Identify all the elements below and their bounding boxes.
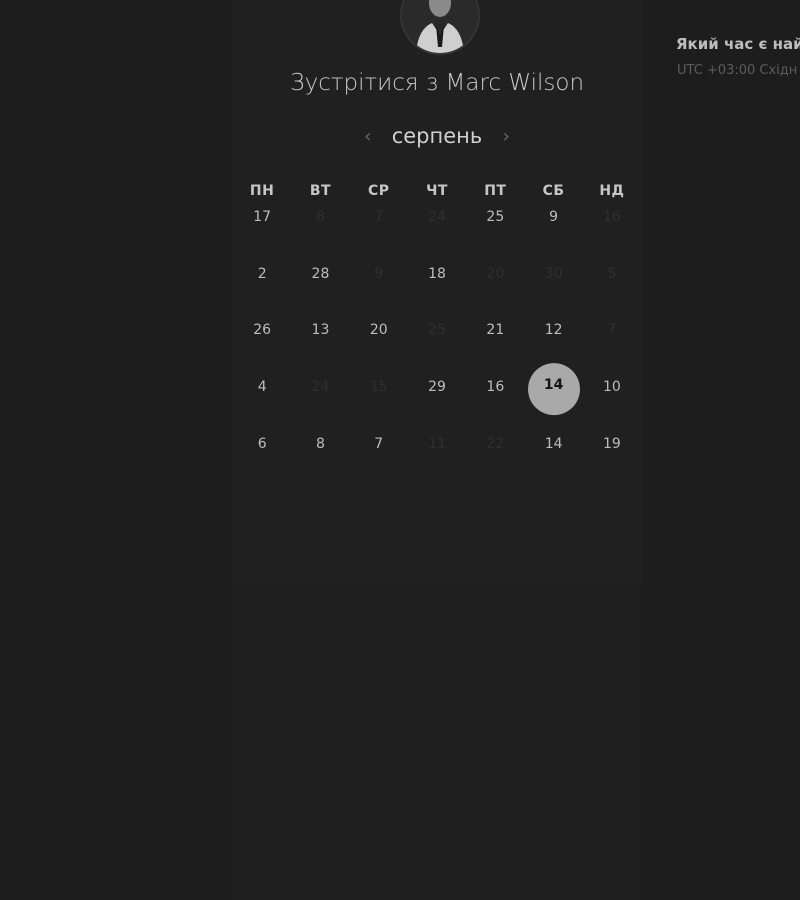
chevron-left-icon[interactable]: ‹ xyxy=(354,126,382,147)
day-cell[interactable]: 7 xyxy=(350,414,408,471)
day-cell: 25 xyxy=(408,301,466,358)
day-cell: 20 xyxy=(466,245,524,302)
day-cell[interactable]: 2 xyxy=(233,245,291,302)
day-cell[interactable]: 19 xyxy=(583,414,641,471)
day-number: 25 xyxy=(486,209,505,226)
day-number: 4 xyxy=(257,379,267,396)
day-number: 20 xyxy=(486,265,505,282)
timezone-question: Який час є найл xyxy=(676,35,800,53)
day-number: 8 xyxy=(315,209,325,226)
day-number: 16 xyxy=(603,209,621,226)
timezone-label[interactable]: UTC +03:00 Східн xyxy=(677,63,797,78)
day-cell[interactable]: 17 xyxy=(233,188,291,245)
day-cell[interactable]: 6 xyxy=(233,414,291,471)
day-cell[interactable]: 29 xyxy=(408,358,466,415)
day-cell[interactable]: 21 xyxy=(466,301,524,358)
title-prefix: Зустрітися з xyxy=(289,70,446,96)
day-number: 21 xyxy=(486,322,505,339)
day-cell: 8 xyxy=(291,188,349,245)
month-label: серпень xyxy=(391,124,483,148)
day-cell[interactable]: 18 xyxy=(408,245,466,302)
day-number: 29 xyxy=(428,379,446,396)
day-number: 2 xyxy=(257,265,267,282)
day-number: 25 xyxy=(428,322,446,339)
day-number: 18 xyxy=(428,265,446,282)
day-cell[interactable]: 25 xyxy=(466,188,524,245)
day-number: 7 xyxy=(374,435,384,452)
host-name: Marc Wilson xyxy=(445,70,585,96)
page-title: Зустрітися з Marc Wilson xyxy=(232,70,642,96)
booking-page: Зустрітися з Marc Wilson ‹ серпень › ПН … xyxy=(0,0,800,900)
day-cell[interactable]: 10 xyxy=(583,358,641,415)
day-cell[interactable]: 28 xyxy=(291,245,349,302)
day-cell[interactable]: 13 xyxy=(291,301,349,358)
day-cell: 7 xyxy=(583,301,641,358)
day-cell[interactable]: 9 xyxy=(524,188,582,245)
day-cell: 15 xyxy=(350,358,408,415)
day-cell[interactable]: 26 xyxy=(233,301,291,358)
day-number: 17 xyxy=(253,209,272,226)
day-cell[interactable]: 16 xyxy=(466,358,524,415)
day-number: 8 xyxy=(315,435,325,452)
day-number: 19 xyxy=(603,435,621,452)
day-cell: 9 xyxy=(350,245,408,302)
day-number: 16 xyxy=(486,379,505,396)
day-cell: 11 xyxy=(408,414,466,471)
day-number: 11 xyxy=(428,435,446,452)
day-number: 9 xyxy=(374,265,384,282)
day-number: 26 xyxy=(253,322,272,339)
day-cell: 22 xyxy=(466,414,524,471)
day-grid: 17 8 7 24 25 9 16 2 28 9 18 20 30 5 26 13 20 25 21 12 7 4 24 15… xyxy=(233,188,641,471)
chevron-right-icon[interactable]: › xyxy=(492,126,520,147)
day-cell[interactable]: 12 xyxy=(524,301,582,358)
day-number: 5 xyxy=(607,265,617,282)
day-cell: 24 xyxy=(408,188,466,245)
day-number: 30 xyxy=(544,265,563,282)
day-cell: 5 xyxy=(583,245,641,302)
day-cell[interactable]: 14 xyxy=(524,414,582,471)
day-number: 28 xyxy=(311,265,330,282)
day-cell[interactable]: 8 xyxy=(291,414,349,471)
day-number: 7 xyxy=(607,322,617,339)
day-number: 24 xyxy=(428,209,446,226)
day-cell: 24 xyxy=(291,358,349,415)
day-cell[interactable]: 4 xyxy=(233,358,291,415)
day-cell-selected[interactable]: 14 xyxy=(524,358,582,416)
day-number: 20 xyxy=(369,322,388,339)
day-number: 14 xyxy=(544,435,563,452)
day-number: 6 xyxy=(257,435,267,452)
day-number: 9 xyxy=(549,209,559,226)
day-cell: 7 xyxy=(350,188,408,245)
day-number: 22 xyxy=(486,435,505,452)
day-number: 12 xyxy=(544,322,563,339)
day-cell[interactable]: 20 xyxy=(350,301,408,358)
day-cell: 30 xyxy=(524,245,582,302)
day-number: 7 xyxy=(374,209,384,226)
day-cell: 16 xyxy=(583,188,641,245)
day-number: 14 xyxy=(543,377,564,394)
day-number: 15 xyxy=(369,379,388,396)
month-navigation: ‹ серпень › xyxy=(232,120,642,152)
day-number: 13 xyxy=(311,322,330,339)
day-number: 24 xyxy=(311,379,330,396)
day-number: 10 xyxy=(603,379,621,396)
